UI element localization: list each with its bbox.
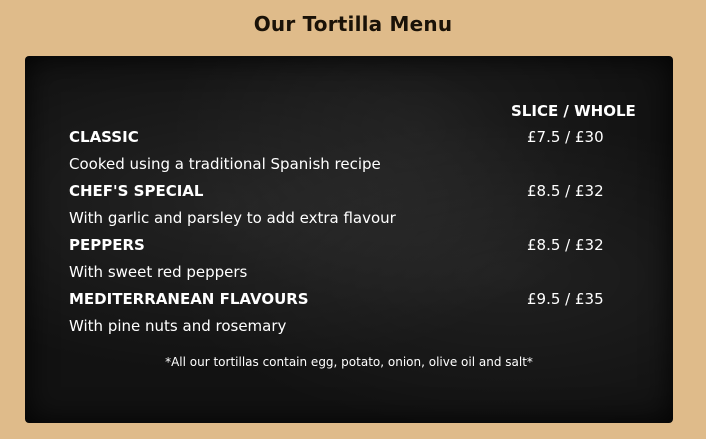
menu-item-price: £8.5 / £32 xyxy=(527,182,604,200)
menu-item-description: With garlic and parsley to add extra fla… xyxy=(69,209,396,227)
menu-item-description: With pine nuts and rosemary xyxy=(69,317,287,335)
menu-item-name: CLASSIC xyxy=(69,128,139,146)
menu-item-price: £7.5 / £30 xyxy=(527,128,604,146)
chalkboard-menu: SLICE / WHOLE CLASSIC £7.5 / £30 Cooked … xyxy=(25,56,673,423)
page-title: Our Tortilla Menu xyxy=(253,12,453,36)
allergen-footnote: *All our tortillas contain egg, potato, … xyxy=(165,355,533,369)
menu-item-name: CHEF'S SPECIAL xyxy=(69,182,204,200)
price-column-header: SLICE / WHOLE xyxy=(511,102,636,120)
menu-item-name: PEPPERS xyxy=(69,236,145,254)
menu-item-price: £9.5 / £35 xyxy=(527,290,604,308)
menu-item-price: £8.5 / £32 xyxy=(527,236,604,254)
menu-item-description: With sweet red peppers xyxy=(69,263,248,281)
menu-item-description: Cooked using a traditional Spanish recip… xyxy=(69,155,381,173)
menu-item-name: MEDITERRANEAN FLAVOURS xyxy=(69,290,309,308)
